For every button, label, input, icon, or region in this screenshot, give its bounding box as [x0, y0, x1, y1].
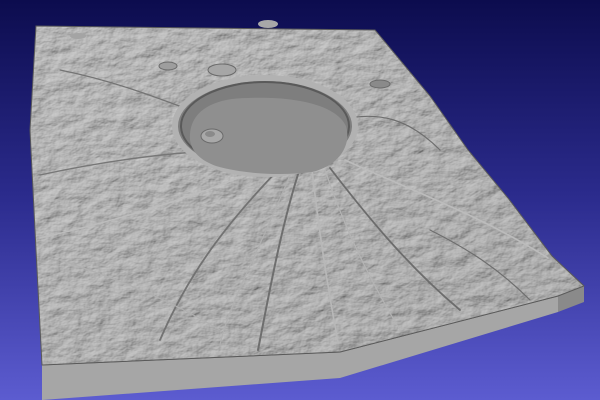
3d-viewport[interactable]: [0, 0, 600, 400]
lake-island: [200, 128, 224, 144]
terrain-render: [0, 0, 600, 400]
